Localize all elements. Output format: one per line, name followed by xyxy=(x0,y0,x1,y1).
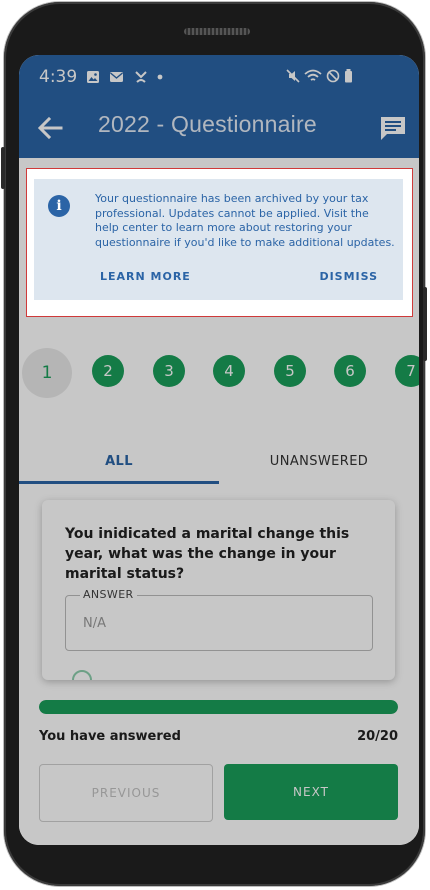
wifi-icon xyxy=(304,69,322,81)
answer-value: N/A xyxy=(83,616,106,631)
radio-icon xyxy=(72,670,92,680)
screen: 4:39 2022 - Questionnaire 1 2 3 4 5 6 7 … xyxy=(19,55,419,845)
page-title: 2022 - Questionnaire xyxy=(98,111,317,137)
missed-call-icon xyxy=(135,71,147,83)
progress-count: 20/20 xyxy=(357,729,398,744)
answer-field[interactable]: ANSWER N/A xyxy=(65,588,373,651)
status-time: 4:39 xyxy=(39,67,78,87)
dismiss-button[interactable]: DISMISS xyxy=(319,270,378,283)
arrow-left-icon[interactable] xyxy=(35,113,65,143)
tab-all[interactable]: ALL xyxy=(19,441,219,481)
tab-unanswered[interactable]: UNANSWERED xyxy=(219,441,419,481)
chat-icon[interactable] xyxy=(379,115,407,141)
tab-indicator xyxy=(19,481,219,484)
previous-button[interactable]: PREVIOUS xyxy=(39,764,213,822)
app-bar: 2022 - Questionnaire xyxy=(19,97,419,158)
image-icon xyxy=(87,71,100,83)
step-1[interactable]: 1 xyxy=(22,348,72,398)
question-card: You inidicated a marital change this yea… xyxy=(42,500,395,680)
archived-banner: i Your questionnaire has been archived b… xyxy=(34,179,403,300)
phone-frame: 4:39 2022 - Questionnaire 1 2 3 4 5 6 7 … xyxy=(1,2,427,886)
status-bar: 4:39 xyxy=(19,55,419,97)
top-bar: 4:39 2022 - Questionnaire xyxy=(19,55,419,158)
battery-icon xyxy=(345,69,352,83)
step-6[interactable]: 6 xyxy=(334,355,366,387)
mail-icon xyxy=(110,72,124,82)
progress-fill xyxy=(39,700,398,714)
earpiece-speaker xyxy=(184,28,250,35)
next-button[interactable]: NEXT xyxy=(224,764,398,820)
question-text: You inidicated a marital change this yea… xyxy=(65,526,350,582)
do-not-disturb-icon xyxy=(326,69,340,83)
progress-bar xyxy=(39,700,398,714)
banner-message: Your questionnaire has been archived by … xyxy=(95,192,395,249)
step-navigation: 1 2 3 4 5 6 7 xyxy=(19,348,419,398)
step-5[interactable]: 5 xyxy=(274,355,306,387)
step-4[interactable]: 4 xyxy=(213,355,245,387)
filter-tabs: ALL UNANSWERED xyxy=(19,441,419,484)
status-right xyxy=(286,69,353,83)
status-left: 4:39 xyxy=(39,67,163,87)
progress-label: You have answered xyxy=(39,729,181,744)
step-2[interactable]: 2 xyxy=(92,355,124,387)
learn-more-button[interactable]: LEARN MORE xyxy=(100,270,191,283)
power-button xyxy=(423,287,427,361)
info-icon: i xyxy=(48,195,70,217)
answer-label: ANSWER xyxy=(80,588,137,601)
mute-icon xyxy=(286,69,300,83)
volume-button xyxy=(1,147,5,189)
banner-highlight: i Your questionnaire has been archived b… xyxy=(26,168,413,317)
step-7[interactable]: 7 xyxy=(395,355,419,387)
step-3[interactable]: 3 xyxy=(153,355,185,387)
dot-icon xyxy=(157,74,163,80)
